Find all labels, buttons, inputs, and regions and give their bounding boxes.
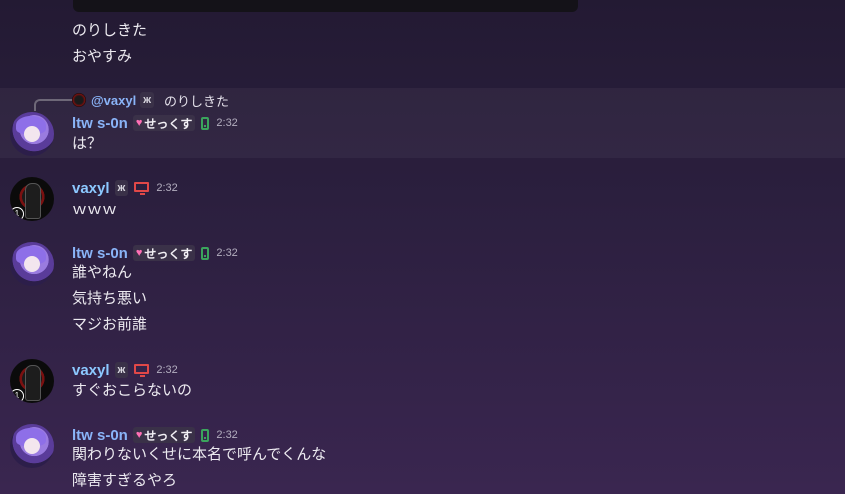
message-header: vaxyl ж 2:32 — [72, 360, 178, 380]
reply-text[interactable]: のりしきた — [164, 91, 229, 110]
reply-spine — [34, 99, 72, 111]
timestamp: 2:32 — [216, 247, 238, 259]
message-text: のりしきた — [72, 22, 148, 39]
embed-preview[interactable] — [73, 0, 578, 12]
message-group[interactable]: 1 vaxyl ж 2:32 すぐおこらないの — [0, 356, 845, 406]
heart-icon: ♥ — [135, 429, 143, 441]
butterfly-icon: ж — [143, 94, 152, 106]
message-text: 関わりないくせに本名で呼んでくんな — [72, 446, 327, 463]
message-text: マジお前誰 — [72, 316, 148, 333]
monitor-icon — [134, 363, 150, 377]
monitor-icon — [134, 181, 150, 195]
reply-username[interactable]: @vaxyl — [91, 93, 136, 108]
phone-icon — [201, 428, 210, 442]
timestamp: 2:32 — [216, 117, 238, 129]
username[interactable]: ltw s-0n — [72, 427, 128, 444]
phone-icon — [201, 246, 210, 260]
timestamp: 2:32 — [156, 182, 178, 194]
username[interactable]: ltw s-0n — [72, 115, 128, 132]
message-text: 障害すぎるやろ — [72, 472, 178, 489]
message-text: ｗｗｗ — [72, 201, 118, 218]
message-group[interactable]: ltw s-0n ♥ せっくす 2:32 関わりないくせに本名で呼んでくんな 障害… — [0, 421, 845, 494]
message-header: vaxyl ж 2:32 — [72, 178, 178, 198]
avatar[interactable] — [10, 424, 54, 468]
message-text: おやすみ — [72, 48, 133, 65]
message-group[interactable]: @vaxyl ж のりしきた ltw s-0n ♥ せっくす 2:32 は？ — [0, 88, 845, 158]
message-text: 気持ち悪い — [72, 290, 148, 307]
butterfly-icon: ж — [117, 364, 126, 376]
role-tag: ♥ せっくす — [132, 427, 196, 443]
timestamp: 2:32 — [216, 429, 238, 441]
username[interactable]: ltw s-0n — [72, 245, 128, 262]
role-tag: ж — [114, 362, 129, 378]
avatar[interactable] — [72, 93, 86, 107]
reply-preview[interactable]: @vaxyl ж のりしきた — [72, 91, 229, 109]
avatar[interactable]: 1 — [10, 359, 54, 403]
butterfly-icon: ж — [117, 182, 126, 194]
message-text: 誰やねん — [72, 264, 133, 281]
role-tag: ж — [114, 180, 129, 196]
heart-icon: ♥ — [135, 247, 143, 259]
heart-icon: ♥ — [135, 117, 143, 129]
message-header: ltw s-0n ♥ せっくす 2:32 — [72, 113, 238, 133]
message-header: ltw s-0n ♥ せっくす 2:32 — [72, 425, 238, 445]
username[interactable]: vaxyl — [72, 362, 110, 379]
message-header: ltw s-0n ♥ せっくす 2:32 — [72, 243, 238, 263]
message-group[interactable]: ltw s-0n ♥ せっくす 2:32 誰やねん 気持ち悪い マジお前誰 — [0, 239, 845, 339]
username[interactable]: vaxyl — [72, 180, 110, 197]
phone-icon — [201, 116, 210, 130]
message-group[interactable]: 1 vaxyl ж 2:32 ｗｗｗ — [0, 174, 845, 224]
role-tag: ♥ せっくす — [132, 115, 196, 131]
message-text: すぐおこらないの — [72, 382, 193, 399]
timestamp: 2:32 — [156, 364, 178, 376]
message-text: は？ — [72, 135, 103, 152]
status-badge: 1 — [10, 389, 24, 403]
avatar[interactable] — [10, 242, 54, 286]
avatar[interactable]: 1 — [10, 177, 54, 221]
role-tag: ж — [140, 92, 155, 108]
avatar[interactable] — [10, 112, 54, 156]
role-tag: ♥ せっくす — [132, 245, 196, 261]
status-badge: 1 — [10, 207, 24, 221]
